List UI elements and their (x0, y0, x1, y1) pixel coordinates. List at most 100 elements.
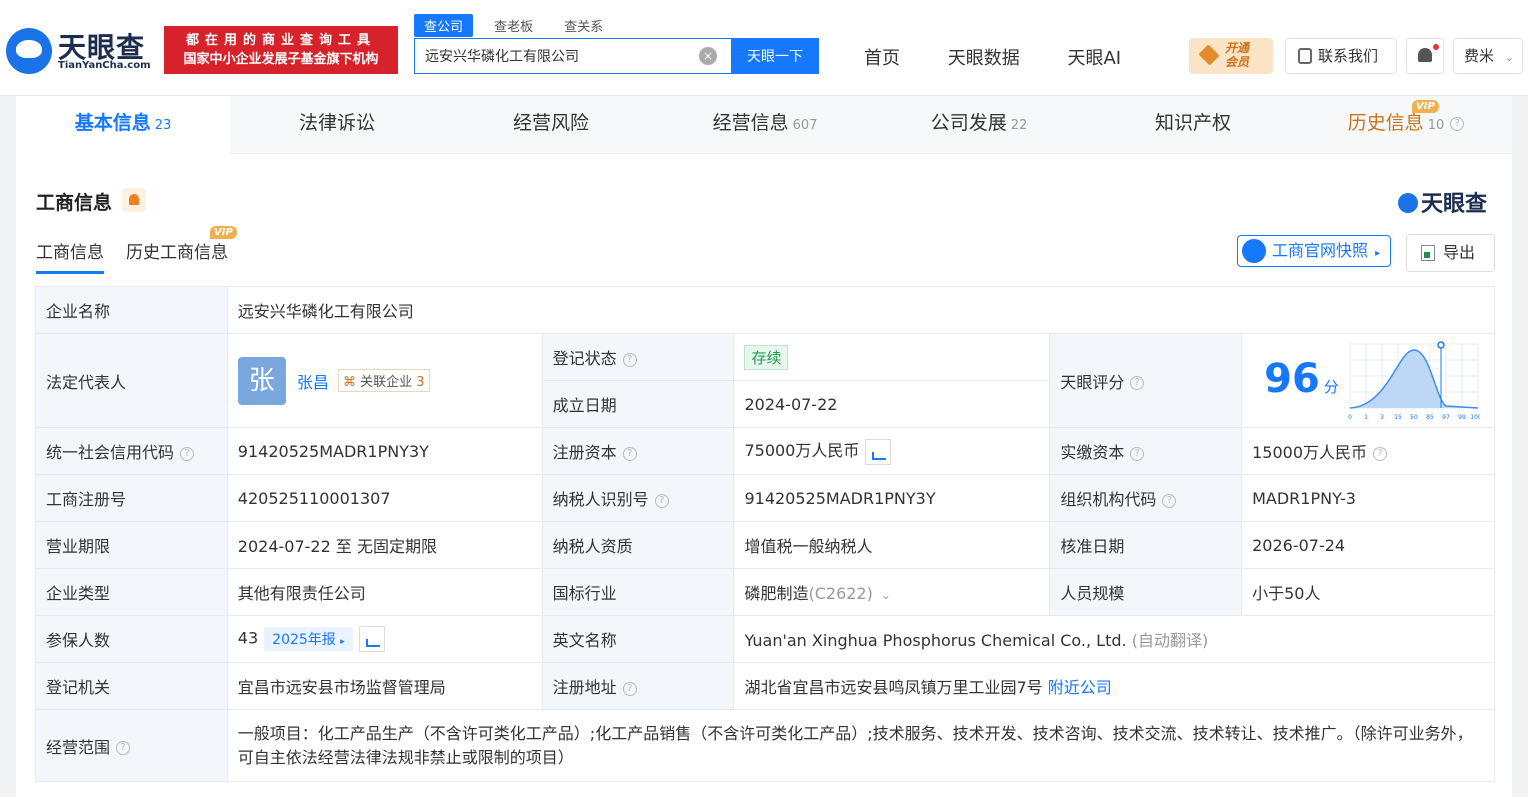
table-row: 企业名称 远安兴华磷化工有限公司 (35, 286, 1496, 334)
tab-legal[interactable]: 法律诉讼 (230, 96, 444, 154)
search-tab-company[interactable]: 查公司 (414, 14, 474, 37)
chevron-right-icon: ▸ (340, 637, 345, 647)
excel-icon (1421, 245, 1435, 261)
tick-label: 97 (1442, 414, 1450, 421)
subtab-history-business-info[interactable]: 历史工商信息 (126, 238, 228, 271)
insured-label: 参保人数 (35, 615, 228, 663)
table-row: 工商注册号 420525110001307 纳税人识别号? 91420525MA… (35, 474, 1495, 522)
related-companies-badge[interactable]: ⌘ 关联企业 3 (338, 369, 430, 392)
legal-rep-name[interactable]: 张昌 (297, 373, 329, 392)
industry-cell[interactable]: 磷肥制造(C2622) ⌄ (733, 568, 1051, 616)
help-icon[interactable]: ? (1450, 116, 1465, 131)
taxpayer-qual-value: 增值税一般纳税人 (733, 521, 1051, 569)
chevron-down-icon: ⌄ (1504, 51, 1515, 64)
clear-icon[interactable]: × (699, 47, 717, 65)
search-type-tabs: 查公司 查老板 查关系 (414, 14, 619, 38)
company-name-value: 远安兴华磷化工有限公司 (226, 286, 1496, 334)
tab-label: 法律诉讼 (298, 112, 375, 134)
insured-value: 43 (237, 628, 259, 648)
nav-home[interactable]: 首页 (864, 48, 900, 69)
logo-sub: TianYanCha.com (58, 60, 151, 71)
help-icon[interactable]: ? (180, 446, 195, 461)
status-badge: 存续 (744, 344, 789, 370)
tab-business[interactable]: 经营信息 607 (658, 96, 872, 154)
legal-rep-cell: 张 张昌 ⌘ 关联企业 3 (226, 333, 543, 428)
tab-basic-info[interactable]: 基本信息 23 (16, 96, 230, 154)
term-label: 营业期限 (35, 521, 228, 569)
help-icon[interactable]: ? (1130, 446, 1145, 461)
table-row: 法定代表人 张 张昌 ⌘ 关联企业 3 登记状态? 存续 天眼评分? 96分 (35, 333, 1495, 428)
term-value: 2024-07-22 至 无固定期限 (226, 521, 543, 569)
help-icon[interactable]: ? (622, 681, 637, 696)
help-icon[interactable]: ? (1130, 376, 1145, 390)
user-name: 费米 (1464, 47, 1495, 65)
score-label-cell: 天眼评分? (1049, 333, 1243, 428)
score-cell[interactable]: 96 分 0 1 3 15 50 85 97 99 100 (1241, 333, 1495, 428)
search-tab-relation[interactable]: 查关系 (554, 14, 613, 37)
company-type-value: 其他有限责任公司 (226, 568, 543, 616)
tab-label: 经营风险 (512, 112, 589, 134)
subscribe-bell-icon[interactable] (122, 188, 146, 212)
vip-line2: 会员 (1225, 55, 1250, 69)
approve-date-label: 核准日期 (1049, 521, 1243, 569)
tick-label: 15 (1394, 414, 1402, 421)
tax-id-label-cell: 纳税人识别号? (541, 474, 735, 522)
tab-risk[interactable]: 经营风险 (444, 96, 658, 154)
person-icon (1242, 239, 1266, 263)
official-snapshot-button[interactable]: 工商官网快照 ▸ (1237, 235, 1391, 267)
tab-count: 10 (1427, 118, 1445, 133)
relation-icon: ⌘ (343, 375, 356, 390)
help-icon[interactable]: ? (654, 493, 669, 508)
search-input[interactable] (415, 39, 725, 73)
help-icon[interactable]: ? (622, 352, 637, 367)
credit-code-label: 统一社会信用代码 (46, 443, 175, 462)
business-info-table: 企业名称 远安兴华磷化工有限公司 法定代表人 张 张昌 ⌘ 关联企业 3 登记状… (35, 286, 1496, 782)
table-row: 经营范围? 一般项目：化工产品生产（不含许可类化工产品）;化工产品销售（不含许可… (35, 709, 1496, 782)
nav-data[interactable]: 天眼数据 (948, 48, 1020, 69)
search-tab-boss[interactable]: 查老板 (484, 14, 543, 37)
section-title: 工商信息 (36, 192, 113, 214)
report-label: 2025年报 (272, 632, 336, 648)
tick-label: 50 (1410, 414, 1418, 421)
help-icon[interactable]: ? (1373, 446, 1388, 461)
status-label-cell: 登记状态? (541, 333, 735, 381)
related-count: 3 (416, 375, 425, 390)
subtab-business-info[interactable]: 工商信息 (36, 238, 104, 274)
slogan-banner: 都在用的商业查询工具 国家中小企业发展子基金旗下机构 (164, 26, 398, 74)
tianyancha-logo[interactable]: 天眼查 TianYanCha.com (6, 26, 156, 76)
help-icon[interactable]: ? (1162, 493, 1177, 508)
tab-label: 公司发展 (930, 112, 1007, 134)
tab-ip[interactable]: 知识产权 (1086, 96, 1300, 154)
credit-code-value: 91420525MADR1PNY3Y (226, 427, 543, 475)
main-content: 基本信息 23 法律诉讼 经营风险 经营信息 607 公司发展 22 知识产权 历史信… (16, 96, 1512, 797)
annual-report-button[interactable]: 2025年报 ▸ (264, 627, 353, 651)
export-button[interactable]: 导出 (1406, 234, 1495, 272)
contact-button[interactable]: 联系我们 (1285, 38, 1397, 74)
score-value-wrap: 96 分 (1264, 356, 1339, 402)
tab-history[interactable]: 历史信息 10? (1300, 96, 1512, 154)
avatar[interactable]: 张 (237, 356, 286, 405)
vip-open-button[interactable]: 开通 会员 (1189, 38, 1273, 74)
reg-no-value: 420525110001307 (226, 474, 543, 522)
search-button[interactable]: 天眼一下 (731, 38, 819, 74)
phone-icon (1298, 48, 1312, 64)
notification-button[interactable] (1406, 38, 1444, 74)
nav-ai[interactable]: 天眼AI (1067, 48, 1121, 69)
tab-label: 基本信息 (74, 112, 151, 134)
capital-chart-icon[interactable] (865, 438, 892, 465)
tab-development[interactable]: 公司发展 22 (872, 96, 1086, 154)
legal-rep-label: 法定代表人 (35, 333, 228, 428)
nearby-companies-link[interactable]: 附近公司 (1048, 678, 1112, 697)
scope-label: 经营范围 (46, 737, 111, 757)
help-icon[interactable]: ? (116, 741, 131, 755)
slogan-line2: 国家中小企业发展子基金旗下机构 (183, 52, 379, 67)
org-code-label: 组织机构代码 (1060, 490, 1157, 509)
table-row: 企业类型 其他有限责任公司 国标行业 磷肥制造(C2622) ⌄ 人员规模 小于5… (35, 568, 1495, 616)
address-cell: 湖北省宜昌市远安县鸣凤镇万里工业园7号 附近公司 (733, 662, 1495, 710)
insured-chart-icon[interactable] (358, 626, 385, 652)
company-type-label: 企业类型 (35, 568, 228, 616)
score-value: 96 (1264, 356, 1320, 402)
help-icon[interactable]: ? (622, 446, 637, 461)
address-label: 注册地址 (552, 678, 617, 697)
user-menu[interactable]: 费米 ⌄ (1453, 38, 1523, 74)
